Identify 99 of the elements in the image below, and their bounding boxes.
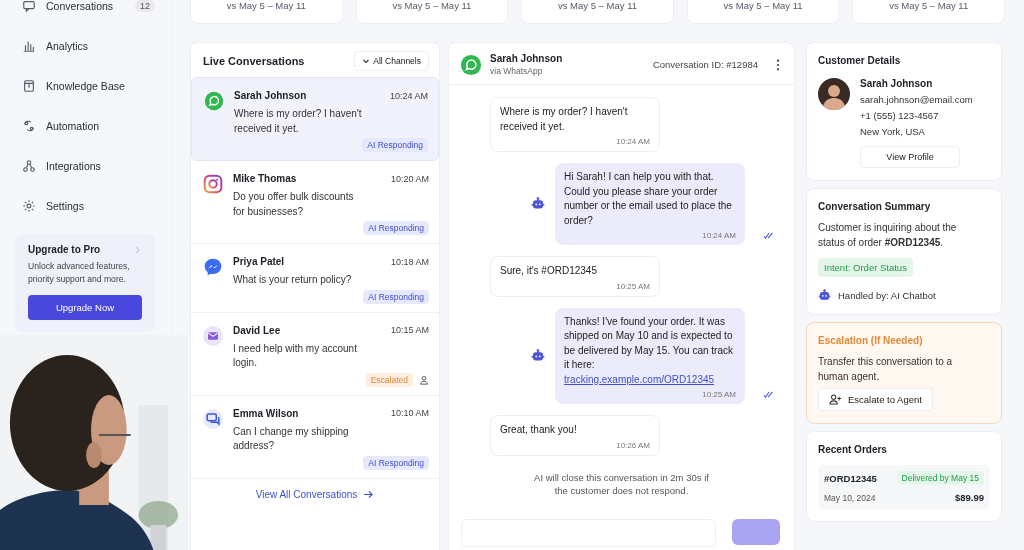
- count-badge: 12: [135, 0, 155, 12]
- card-title: Conversation Summary: [818, 201, 932, 212]
- status-tag: AI Responding: [363, 289, 429, 304]
- more-icon[interactable]: [776, 58, 780, 71]
- intent-tag: Intent: Order Status: [818, 258, 913, 277]
- chevron-icon: [134, 245, 142, 254]
- card-title: Escalation (If Needed): [818, 335, 924, 346]
- send-button[interactable]: [732, 518, 780, 545]
- message-preview: Can I change my shipping address?: [233, 424, 350, 453]
- conversation-item[interactable]: Mike Thomas 10:20 AM Do you offer bulk discounts for businesses? AI Responding: [191, 161, 439, 244]
- person-icon: [419, 374, 429, 385]
- add-user-icon: [829, 394, 842, 405]
- customer-phone: +1 (555) 123-4567: [860, 110, 940, 121]
- conversation-item[interactable]: Sarah Johnson 10:24 AM Where is my order? I haven't received it yet. AI Responding: [191, 77, 439, 161]
- message-preview: Where is my order? I haven't received it yet.: [234, 107, 363, 136]
- contact-name: Emma Wilson: [233, 407, 299, 419]
- message-time: 10:25 AM: [702, 390, 736, 399]
- card-title: Recent Orders: [818, 444, 888, 455]
- message-time: 10:25 AM: [616, 281, 650, 291]
- order-date: May 10, 2024: [824, 492, 876, 503]
- comparison-period: vs May 5 – May 11: [889, 0, 969, 11]
- integrations-icon: [22, 159, 36, 173]
- comparison-period: vs May 5 – May 11: [557, 0, 637, 11]
- whatsapp-icon: [204, 91, 224, 111]
- message-text: Hi Sarah! I can help you with that. Could you please share your order number or the email used to place the order?: [564, 170, 733, 228]
- caret-icon: [362, 57, 371, 65]
- escalate-button[interactable]: Escalate to Agent: [818, 388, 933, 411]
- message-preview: I need help with my account login.: [233, 341, 358, 370]
- comparison-period: vs May 5 – May 11: [226, 0, 306, 11]
- contact-name: David Lee: [233, 324, 281, 336]
- view-all-link[interactable]: View All Conversations: [255, 488, 375, 500]
- summary-text: Customer is inquiring about the status of order #ORD12345.: [818, 221, 958, 250]
- camera-icon: [203, 174, 223, 194]
- delivery-tag: Delivered by May 15: [896, 471, 984, 485]
- sidebar-item[interactable]: Automation: [0, 106, 171, 146]
- tracking-link[interactable]: tracking.example.com/ORD12345: [564, 372, 736, 387]
- customer-email: sarah.johnson@email.com: [860, 94, 973, 105]
- status-tag: AI Responding: [362, 138, 428, 152]
- status-tag: AI Responding: [363, 221, 429, 235]
- book-icon: [22, 79, 36, 93]
- mail-icon: [203, 325, 223, 346]
- messenger-icon: [203, 257, 223, 277]
- message-text: Sure, it's #ORD12345: [500, 264, 598, 278]
- upgrade-title: Upgrade to Pro: [28, 244, 101, 255]
- robot-icon: [818, 289, 831, 302]
- panel-title: Live Conversations: [203, 55, 305, 67]
- contact-name: Priya Patel: [233, 256, 285, 267]
- status-tag: AI Responding: [363, 455, 429, 470]
- message-text: Where is my order? I haven't received it yet.: [500, 105, 629, 134]
- contact-name: Sarah Johnson: [490, 53, 564, 64]
- auto-close-notice: AI will close this conversation in 2m 30s if the customer does not respond.: [533, 470, 710, 497]
- order-total: $89.99: [954, 492, 984, 503]
- sidebar-item[interactable]: Settings: [0, 186, 171, 226]
- settings-icon: [22, 199, 36, 213]
- contact-name: Mike Thomas: [233, 173, 297, 184]
- order-item[interactable]: #ORD12345 Delivered by May 15 May 10, 2024 $89.99: [818, 465, 990, 509]
- chat-icon: [22, 0, 36, 13]
- comparison-period: vs May 5 – May 11: [723, 0, 803, 11]
- handler-label: Handled by: AI Chatbot: [838, 290, 936, 301]
- arrow-right-icon: [363, 489, 375, 499]
- bar-chart-icon: [22, 39, 36, 53]
- conversation-item[interactable]: Priya Patel 10:18 AM What is your return policy? AI Responding: [191, 244, 439, 313]
- chat-bubbles-icon: [203, 408, 223, 429]
- view-profile-button[interactable]: View Profile: [860, 146, 960, 168]
- conversation-item[interactable]: Emma Wilson 10:10 AM Can I change my shipping address? AI Responding: [191, 395, 439, 479]
- upgrade-button[interactable]: Upgrade Now: [28, 295, 142, 320]
- customer-name: Sarah Johnson: [860, 78, 934, 89]
- whatsapp-icon: [460, 54, 482, 76]
- upgrade-description: Unlock advanced features, priority support and more.: [28, 260, 131, 286]
- channel-filter[interactable]: All Channels: [354, 51, 429, 71]
- conversation-item[interactable]: David Lee 10:15 AM I need help with my account login. Escalated: [191, 312, 439, 396]
- avatar: [818, 78, 850, 110]
- message-time: 10:18 AM: [390, 256, 429, 267]
- message-preview: What is your return policy?: [233, 273, 353, 287]
- customer-location: New York, USA: [860, 126, 926, 137]
- message-time: 10:24 AM: [389, 90, 428, 101]
- message-time: 10:10 AM: [390, 408, 429, 418]
- sidebar-item[interactable]: Knowledge Base: [0, 66, 171, 106]
- robot-icon: [531, 197, 545, 211]
- message-time: 10:24 AM: [702, 231, 736, 240]
- sidebar-item[interactable]: Analytics: [0, 26, 171, 66]
- message-time: 10:26 AM: [616, 440, 650, 450]
- status-tag: Escalated: [365, 372, 413, 387]
- contact-name: Sarah Johnson: [234, 90, 307, 101]
- message-time: 10:20 AM: [390, 173, 429, 184]
- escalation-text: Transfer this conversation to a human agent.: [818, 355, 954, 384]
- message-text: Thanks! I've found your order. It was shipped on May 10 and is expected to be delivered by May 15. You can track it here:: [564, 314, 734, 372]
- message-preview: Do you offer bulk discounts for businesses?: [233, 190, 355, 219]
- message-time: 10:15 AM: [390, 325, 429, 335]
- conversation-id: Conversation ID: #12984: [652, 59, 758, 70]
- channel-label: via WhatsApp: [490, 66, 544, 76]
- sidebar-item[interactable]: Integrations: [0, 146, 171, 186]
- card-title: Customer Details: [818, 55, 902, 66]
- comparison-period: vs May 5 – May 11: [392, 0, 472, 11]
- message-text: Great, thank you!: [500, 423, 578, 437]
- order-id: #ORD12345: [824, 472, 877, 484]
- robot-icon: [531, 348, 545, 363]
- message-time: 10:24 AM: [616, 137, 650, 146]
- sidebar-item[interactable]: Conversations 12: [0, 0, 171, 26]
